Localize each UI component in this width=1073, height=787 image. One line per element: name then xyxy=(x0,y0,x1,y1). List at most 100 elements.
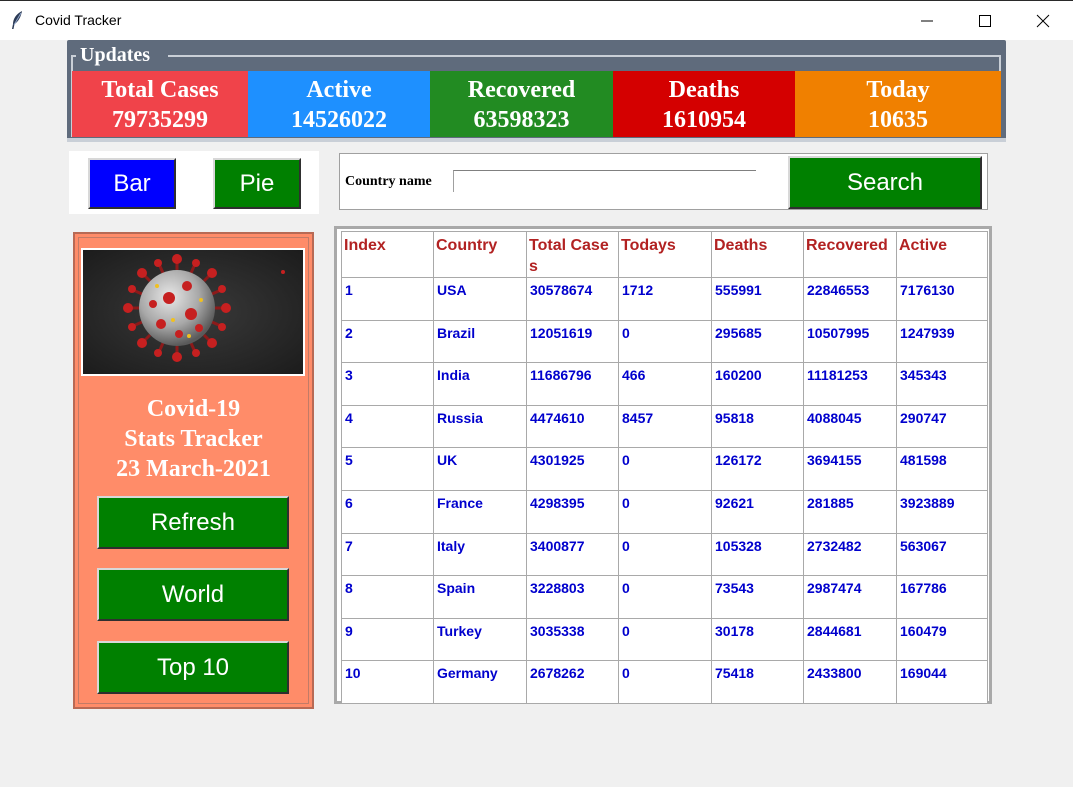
coronavirus-image xyxy=(81,248,305,376)
table-cell-total-cases: 12051619 xyxy=(526,320,620,364)
stat-value: 10635 xyxy=(868,107,928,133)
table-cell-active: 1247939 xyxy=(896,320,988,364)
table-cell-active: 160479 xyxy=(896,618,988,662)
top-10-button[interactable]: Top 10 xyxy=(97,641,289,694)
table-cell-active: 3923889 xyxy=(896,490,988,534)
table-cell-active: 345343 xyxy=(896,362,988,406)
table-cell-country: Germany xyxy=(433,660,527,704)
table-cell-country: Italy xyxy=(433,533,527,577)
maximize-icon xyxy=(979,15,991,27)
table-cell-total-cases: 4474610 xyxy=(526,405,620,449)
maximize-button[interactable] xyxy=(957,1,1013,41)
table-cell-deaths: 295685 xyxy=(711,320,805,364)
table-cell-active: 481598 xyxy=(896,447,988,491)
table-cell-todays: 0 xyxy=(618,660,712,704)
table-header-index: Index xyxy=(341,231,435,279)
stat-total-cases: Total Cases 79735299 xyxy=(72,71,248,137)
table-cell-deaths: 555991 xyxy=(711,277,805,321)
world-button[interactable]: World xyxy=(97,568,289,621)
side-panel: Covid-19 Stats Tracker 23 March-2021 Ref… xyxy=(73,232,314,709)
table-cell-total-cases: 3400877 xyxy=(526,533,620,577)
table-cell-recovered: 281885 xyxy=(803,490,897,534)
table-cell-active: 563067 xyxy=(896,533,988,577)
minimize-button[interactable] xyxy=(899,1,955,41)
table-cell-deaths: 73543 xyxy=(711,575,805,619)
stat-label: Total Cases xyxy=(101,77,219,103)
table-cell-total-cases: 11686796 xyxy=(526,362,620,406)
country-name-input[interactable] xyxy=(453,170,756,192)
window-title: Covid Tracker xyxy=(35,12,122,28)
table-header-recovered: Recovered xyxy=(803,231,897,279)
table-cell-country: France xyxy=(433,490,527,534)
search-panel: Country name Search xyxy=(339,153,988,210)
table-header-total-cases: Total Cases xyxy=(526,231,620,279)
table-cell-active: 167786 xyxy=(896,575,988,619)
stat-today: Today 10635 xyxy=(795,71,1001,137)
table-cell-deaths: 75418 xyxy=(711,660,805,704)
table-cell-total-cases: 30578674 xyxy=(526,277,620,321)
tracker-title-line2: Stats Tracker xyxy=(124,426,263,452)
table-cell-todays: 1712 xyxy=(618,277,712,321)
tracker-title-line1: Covid-19 xyxy=(146,396,241,422)
stat-recovered: Recovered 63598323 xyxy=(430,71,613,137)
table-cell-country: USA xyxy=(433,277,527,321)
updates-panel: Updates Total Cases 79735299 Active 1452… xyxy=(67,40,1006,142)
table-cell-recovered: 2433800 xyxy=(803,660,897,704)
table-cell-total-cases: 3035338 xyxy=(526,618,620,662)
pie-chart-button[interactable]: Pie xyxy=(213,158,301,209)
stat-active: Active 14526022 xyxy=(248,71,430,137)
table-cell-country: India xyxy=(433,362,527,406)
table-cell-deaths: 126172 xyxy=(711,447,805,491)
stat-label: Deaths xyxy=(668,77,740,103)
close-icon xyxy=(1036,14,1050,28)
table-cell-country: Spain xyxy=(433,575,527,619)
chart-buttons-panel: Bar Pie xyxy=(69,151,319,214)
stat-label: Active xyxy=(306,77,372,103)
table-header-active: Active xyxy=(896,231,988,279)
title-bar: Covid Tracker xyxy=(0,0,1073,40)
close-button[interactable] xyxy=(1015,1,1071,41)
search-button[interactable]: Search xyxy=(788,156,982,209)
table-cell-active: 169044 xyxy=(896,660,988,704)
table-cell-index: 6 xyxy=(341,490,435,534)
table-cell-todays: 0 xyxy=(618,447,712,491)
table-header-todays: Todays xyxy=(618,231,712,279)
table-cell-deaths: 30178 xyxy=(711,618,805,662)
table-cell-active: 7176130 xyxy=(896,277,988,321)
table-cell-recovered: 22846553 xyxy=(803,277,897,321)
stat-value: 79735299 xyxy=(112,107,208,133)
table-cell-index: 1 xyxy=(341,277,435,321)
table-header-country: Country xyxy=(433,231,527,279)
updates-title: Updates xyxy=(80,44,151,66)
table-cell-todays: 0 xyxy=(618,320,712,364)
table-cell-todays: 0 xyxy=(618,533,712,577)
table-cell-recovered: 2732482 xyxy=(803,533,897,577)
table-cell-index: 3 xyxy=(341,362,435,406)
stat-value: 14526022 xyxy=(291,107,387,133)
table-header-deaths: Deaths xyxy=(711,231,805,279)
table-cell-index: 8 xyxy=(341,575,435,619)
table-cell-country: UK xyxy=(433,447,527,491)
table-cell-recovered: 4088045 xyxy=(803,405,897,449)
feather-icon xyxy=(10,10,24,30)
table-cell-index: 7 xyxy=(341,533,435,577)
table-cell-todays: 0 xyxy=(618,490,712,534)
table-cell-total-cases: 4301925 xyxy=(526,447,620,491)
refresh-button[interactable]: Refresh xyxy=(97,496,289,549)
table-cell-deaths: 92621 xyxy=(711,490,805,534)
table-cell-deaths: 160200 xyxy=(711,362,805,406)
table-cell-active: 290747 xyxy=(896,405,988,449)
table-cell-recovered: 3694155 xyxy=(803,447,897,491)
table-cell-todays: 8457 xyxy=(618,405,712,449)
stat-value: 63598323 xyxy=(473,107,570,133)
table-cell-country: Turkey xyxy=(433,618,527,662)
table-cell-index: 9 xyxy=(341,618,435,662)
tracker-date: 23 March-2021 xyxy=(116,456,271,482)
table-cell-country: Brazil xyxy=(433,320,527,364)
table-cell-todays: 0 xyxy=(618,575,712,619)
table-cell-recovered: 10507995 xyxy=(803,320,897,364)
table-cell-deaths: 105328 xyxy=(711,533,805,577)
bar-chart-button[interactable]: Bar xyxy=(88,158,176,209)
table-cell-index: 5 xyxy=(341,447,435,491)
stat-deaths: Deaths 1610954 xyxy=(613,71,795,137)
